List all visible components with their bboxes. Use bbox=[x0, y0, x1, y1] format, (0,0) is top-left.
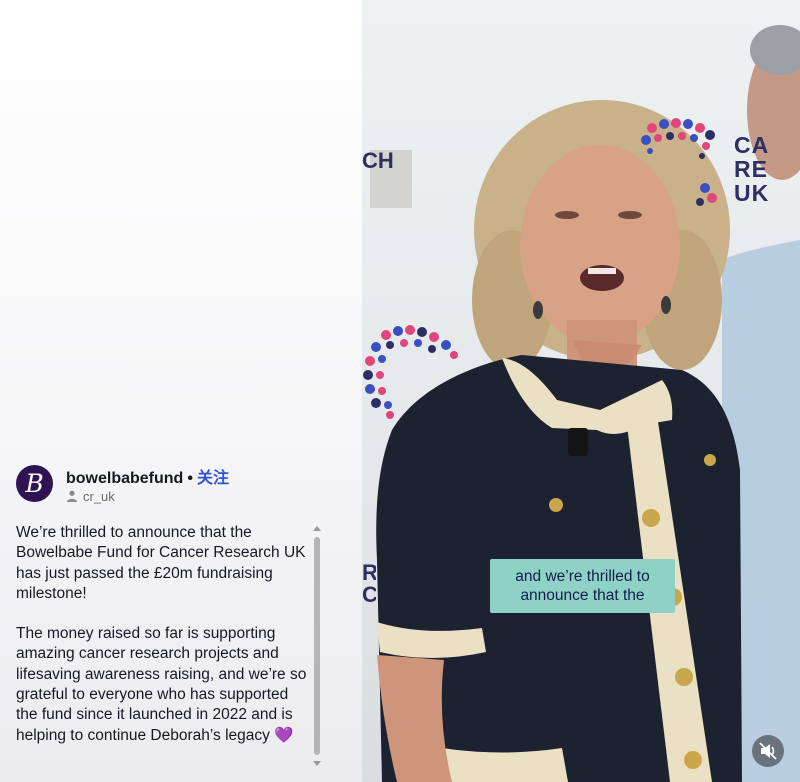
subtitle-line-1: and we’re thrilled to bbox=[515, 568, 650, 585]
scroll-thumb[interactable] bbox=[314, 537, 320, 755]
caption-paragraph-2: The money raised so far is supporting am… bbox=[16, 624, 311, 746]
post-caption: We’re thrilled to announce that the Bowe… bbox=[16, 523, 311, 768]
video-subtitle: and we’re thrilled to announce that the bbox=[490, 559, 675, 613]
caption-paragraph-2-text: The money raised so far is supporting am… bbox=[16, 625, 307, 744]
separator-dot: • bbox=[187, 470, 193, 487]
logo-line-1: CA bbox=[734, 132, 770, 158]
nickname-row: cr_uk bbox=[66, 489, 115, 504]
mute-button[interactable] bbox=[752, 735, 784, 767]
caption-scrollbar[interactable] bbox=[313, 526, 321, 766]
subtitle-line-2: announce that the bbox=[520, 587, 645, 604]
author-name-row: bowelbabefund • 关注 bbox=[66, 464, 229, 488]
follow-button[interactable]: 关注 bbox=[197, 470, 229, 487]
speaker-muted-icon bbox=[759, 742, 777, 760]
cancer-research-logo-icon-small bbox=[363, 325, 458, 419]
backdrop-logo-text: CA RE UK bbox=[734, 133, 769, 205]
edge-text-line-1: R bbox=[362, 562, 376, 585]
author-row: B bowelbabefund • 关注 cr_uk bbox=[16, 462, 346, 510]
avatar[interactable]: B bbox=[16, 465, 53, 502]
person-icon bbox=[67, 490, 77, 502]
post-info-panel: B bowelbabefund • 关注 cr_uk We’re thrilled … bbox=[0, 0, 362, 782]
backdrop-edge-text-bottom: R C bbox=[362, 562, 376, 606]
logo-line-2: RE bbox=[734, 156, 768, 182]
scroll-down-arrow-icon[interactable] bbox=[313, 761, 321, 766]
purple-heart-emoji: 💜 bbox=[274, 726, 294, 744]
caption-paragraph-1: We’re thrilled to announce that the Bowe… bbox=[16, 524, 306, 602]
backdrop-edge-text-top: CH bbox=[362, 150, 394, 172]
nickname: cr_uk bbox=[83, 489, 115, 504]
scroll-up-arrow-icon[interactable] bbox=[313, 526, 321, 531]
video-player[interactable]: CA RE UK CH R C bbox=[362, 0, 800, 782]
logo-line-3: UK bbox=[734, 180, 770, 206]
username-link[interactable]: bowelbabefund bbox=[66, 470, 183, 487]
cancer-research-logo-icon bbox=[641, 118, 717, 206]
edge-text-line-2: C bbox=[362, 582, 376, 606]
